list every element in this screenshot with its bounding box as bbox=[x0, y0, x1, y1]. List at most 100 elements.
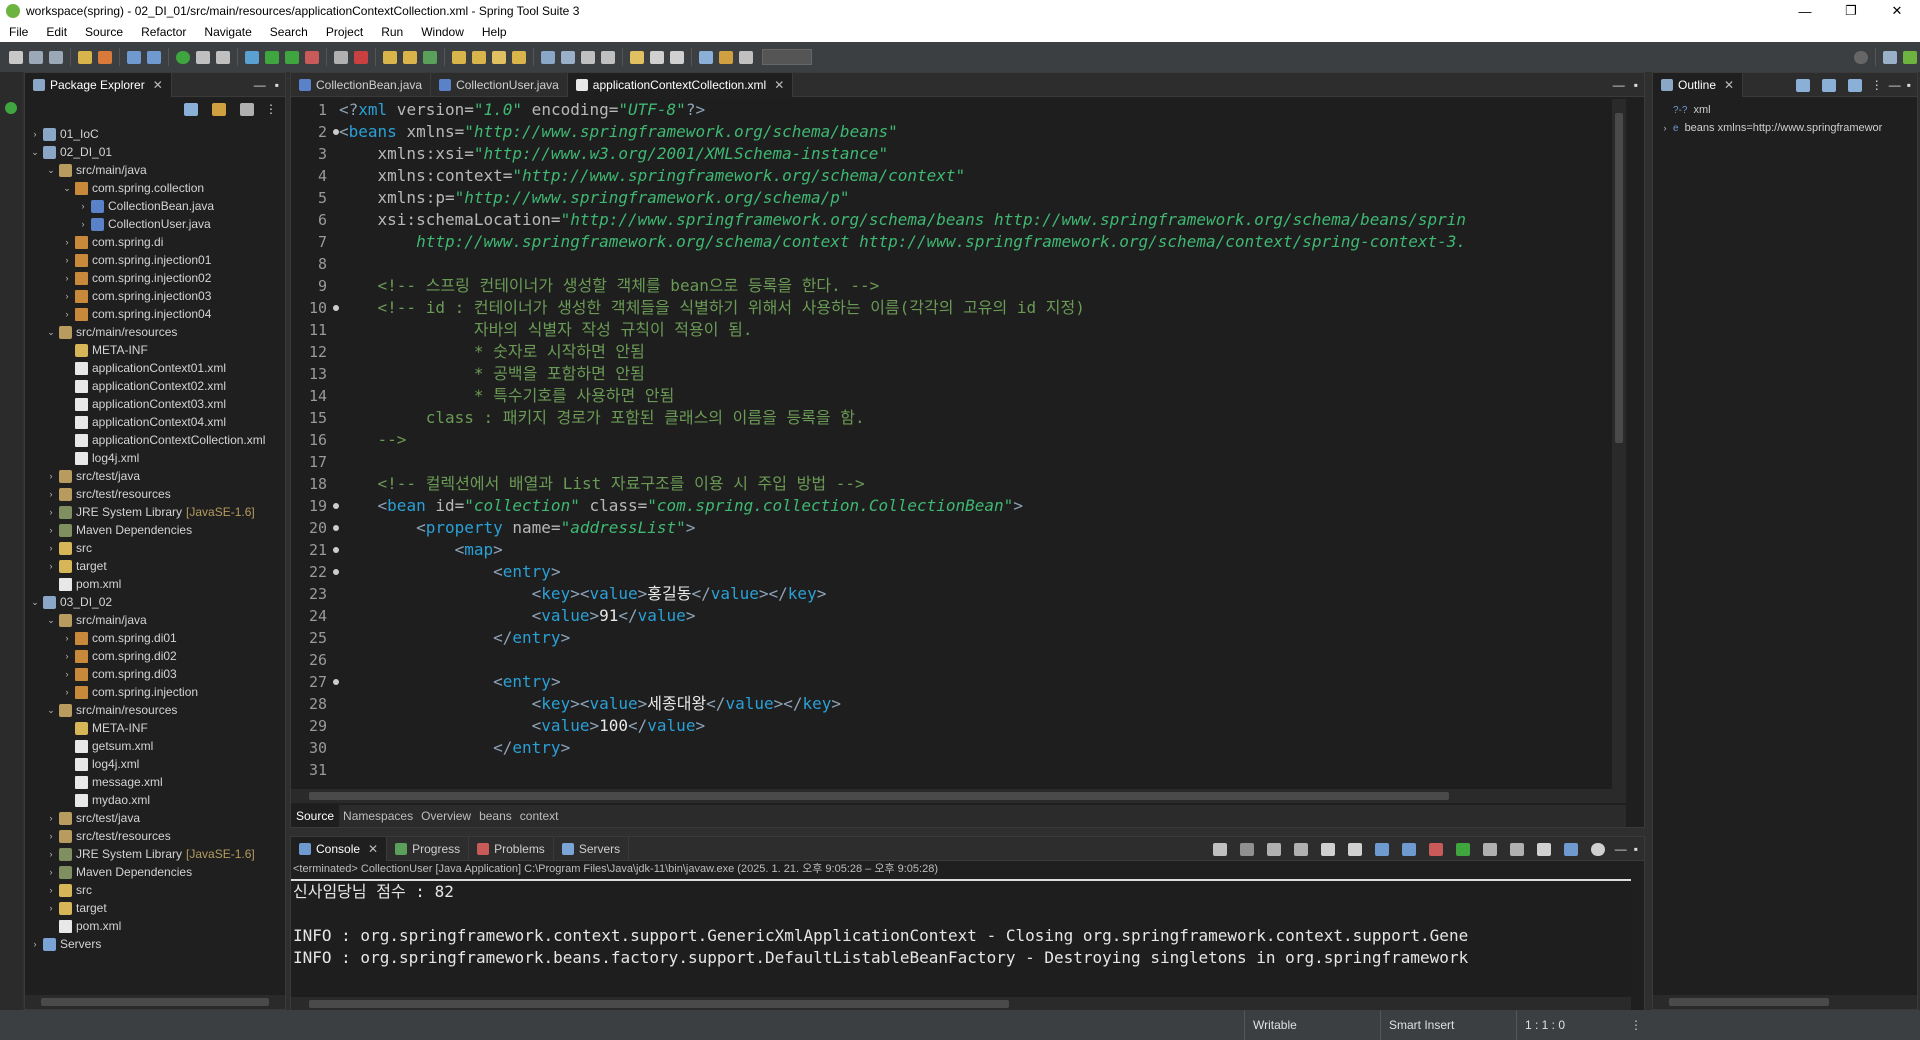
menu-project[interactable]: Project bbox=[317, 25, 372, 39]
tree-item[interactable]: message.xml bbox=[25, 773, 285, 791]
collapsed-twisty-icon[interactable]: › bbox=[61, 633, 73, 643]
tree-item[interactable]: › CollectionBean.java bbox=[25, 197, 285, 215]
tree-item[interactable]: › src/test/resources bbox=[25, 827, 285, 845]
terminate-icon[interactable] bbox=[1239, 842, 1254, 856]
collapsed-twisty-icon[interactable]: › bbox=[45, 525, 57, 535]
tree-item[interactable]: › com.spring.di02 bbox=[25, 647, 285, 665]
tree-item[interactable]: › com.spring.injection02 bbox=[25, 269, 285, 287]
menu-navigate[interactable]: Navigate bbox=[195, 25, 260, 39]
code-line[interactable] bbox=[339, 759, 1626, 781]
collapsed-twisty-icon[interactable]: › bbox=[45, 507, 57, 517]
collapsed-twisty-icon[interactable]: › bbox=[77, 201, 89, 211]
maximize-view-icon[interactable]: ▪ bbox=[275, 78, 279, 92]
menu-help[interactable]: Help bbox=[473, 25, 516, 39]
editor-tab[interactable]: applicationContextCollection.xml ✕ bbox=[567, 73, 794, 97]
code-line[interactable]: <entry> bbox=[339, 671, 1626, 693]
code-line[interactable] bbox=[339, 253, 1626, 275]
collapsed-twisty-icon[interactable]: › bbox=[45, 903, 57, 913]
zoom-combo[interactable] bbox=[762, 49, 812, 65]
console-output[interactable]: 신사임당님 점수 : 82 INFO : org.springframework.… bbox=[291, 879, 1631, 997]
code-line[interactable]: <value>91</value> bbox=[339, 605, 1626, 627]
tree-item[interactable]: mydao.xml bbox=[25, 791, 285, 809]
spring-perspective-icon[interactable] bbox=[1903, 50, 1917, 64]
tree-item[interactable]: applicationContext01.xml bbox=[25, 359, 285, 377]
tree-item[interactable]: › com.spring.di01 bbox=[25, 629, 285, 647]
editor-tab[interactable]: CollectionUser.java bbox=[431, 73, 568, 97]
scroll-thumb[interactable] bbox=[309, 1000, 1009, 1008]
code-line[interactable]: </entry> bbox=[339, 737, 1626, 759]
view-menu-icon[interactable]: ⋮ bbox=[265, 102, 277, 116]
code-line[interactable]: xsi:schemaLocation="http://www.springfra… bbox=[339, 209, 1626, 231]
menu-file[interactable]: File bbox=[0, 25, 37, 39]
tree-item[interactable]: ⌄ src/main/java bbox=[25, 611, 285, 629]
tree-item[interactable]: ⌄ src/main/java bbox=[25, 161, 285, 179]
coverage-icon[interactable] bbox=[285, 50, 299, 64]
menu-edit[interactable]: Edit bbox=[37, 25, 76, 39]
tree-item[interactable]: ⌄ com.spring.collection bbox=[25, 179, 285, 197]
quick-access-search-icon[interactable] bbox=[1854, 50, 1868, 64]
tree-item[interactable]: applicationContextCollection.xml bbox=[25, 431, 285, 449]
search-icon[interactable] bbox=[492, 50, 506, 64]
editor-vscroll[interactable] bbox=[1612, 99, 1626, 789]
word-wrap-icon[interactable] bbox=[1374, 842, 1389, 856]
tab-progress[interactable]: Progress bbox=[387, 837, 470, 861]
tree-item[interactable]: › Maven Dependencies bbox=[25, 863, 285, 881]
status-menu-icon[interactable]: ⋮ bbox=[1630, 1018, 1642, 1032]
tree-item[interactable]: › src bbox=[25, 539, 285, 557]
tree-item[interactable]: › CollectionUser.java bbox=[25, 215, 285, 233]
terminal-icon[interactable] bbox=[127, 50, 141, 64]
collapse-all-icon[interactable] bbox=[184, 102, 198, 116]
collapsed-twisty-icon[interactable]: › bbox=[45, 471, 57, 481]
code-line[interactable]: <!-- 스프링 컨테이너가 생성할 객체를 bean으로 등록을 한다. --… bbox=[339, 275, 1626, 297]
open-console-icon[interactable] bbox=[1509, 842, 1524, 856]
tab-servers[interactable]: Servers bbox=[554, 837, 630, 861]
close-icon[interactable]: ✕ bbox=[153, 78, 163, 92]
back-icon[interactable] bbox=[650, 50, 664, 64]
code-line[interactable] bbox=[339, 649, 1626, 671]
tree-item[interactable]: ⌄ src/main/resources bbox=[25, 323, 285, 341]
expanded-twisty-icon[interactable]: ⌄ bbox=[45, 327, 57, 338]
pin-console-icon[interactable] bbox=[1455, 842, 1470, 856]
show-stderr-icon[interactable] bbox=[1428, 842, 1443, 856]
collapsed-twisty-icon[interactable]: › bbox=[45, 489, 57, 499]
scroll-thumb[interactable] bbox=[1615, 113, 1623, 443]
collapsed-twisty-icon[interactable]: › bbox=[45, 867, 57, 877]
tree-item[interactable]: › src/test/resources bbox=[25, 485, 285, 503]
code-line[interactable]: <beans xmlns="http://www.springframework… bbox=[339, 121, 1626, 143]
code-line[interactable] bbox=[339, 451, 1626, 473]
menu-refactor[interactable]: Refactor bbox=[132, 25, 195, 39]
relaunch-icon[interactable] bbox=[196, 50, 210, 64]
code-editor[interactable]: 1 2 3 4 5 6 7 8 9 10 11 12 13 14 15 16 17 18 19 20 21 22 23 24 2… bbox=[291, 99, 1626, 789]
tree-item[interactable]: › com.spring.injection01 bbox=[25, 251, 285, 269]
code-line[interactable]: http://www.springframework.org/schema/co… bbox=[339, 231, 1626, 253]
tree-item[interactable]: › src bbox=[25, 881, 285, 899]
scroll-thumb[interactable] bbox=[1669, 998, 1829, 1006]
outline-hscroll[interactable] bbox=[1653, 995, 1917, 1009]
code-line[interactable]: --> bbox=[339, 429, 1626, 451]
sort-icon[interactable] bbox=[1821, 78, 1836, 92]
grid-icon[interactable] bbox=[739, 50, 753, 64]
menu-run[interactable]: Run bbox=[372, 25, 412, 39]
maximize-button[interactable]: ❐ bbox=[1828, 0, 1874, 22]
tree-item[interactable]: ⌄ 03_DI_02 bbox=[25, 593, 285, 611]
new-class-icon[interactable] bbox=[423, 50, 437, 64]
editor-page-tab-source[interactable]: Source bbox=[291, 805, 340, 827]
tree-item[interactable]: ⌄ 02_DI_01 bbox=[25, 143, 285, 161]
maximize-editor-icon[interactable] bbox=[699, 50, 713, 64]
tree-item[interactable]: › Maven Dependencies bbox=[25, 521, 285, 539]
collapsed-twisty-icon[interactable]: › bbox=[45, 849, 57, 859]
tree-item[interactable]: › src/test/java bbox=[25, 809, 285, 827]
expanded-twisty-icon[interactable]: ⌄ bbox=[45, 705, 57, 716]
open-type-icon[interactable] bbox=[78, 50, 92, 64]
tree-item[interactable]: applicationContext02.xml bbox=[25, 377, 285, 395]
highlight-icon[interactable] bbox=[1563, 842, 1578, 856]
expanded-twisty-icon[interactable]: ⌄ bbox=[29, 597, 41, 608]
globe-icon[interactable] bbox=[541, 50, 555, 64]
forward-icon[interactable] bbox=[670, 50, 684, 64]
scroll-thumb[interactable] bbox=[41, 998, 269, 1006]
next-annotation-icon[interactable] bbox=[581, 50, 595, 64]
code-line[interactable]: <property name="addressList"> bbox=[339, 517, 1626, 539]
code-line[interactable]: <!-- id : 컨테이너가 생성한 객체들을 식별하기 위해서 사용하는 이… bbox=[339, 297, 1626, 319]
editor-hscroll[interactable] bbox=[291, 789, 1626, 803]
collapsed-twisty-icon[interactable]: › bbox=[45, 543, 57, 553]
